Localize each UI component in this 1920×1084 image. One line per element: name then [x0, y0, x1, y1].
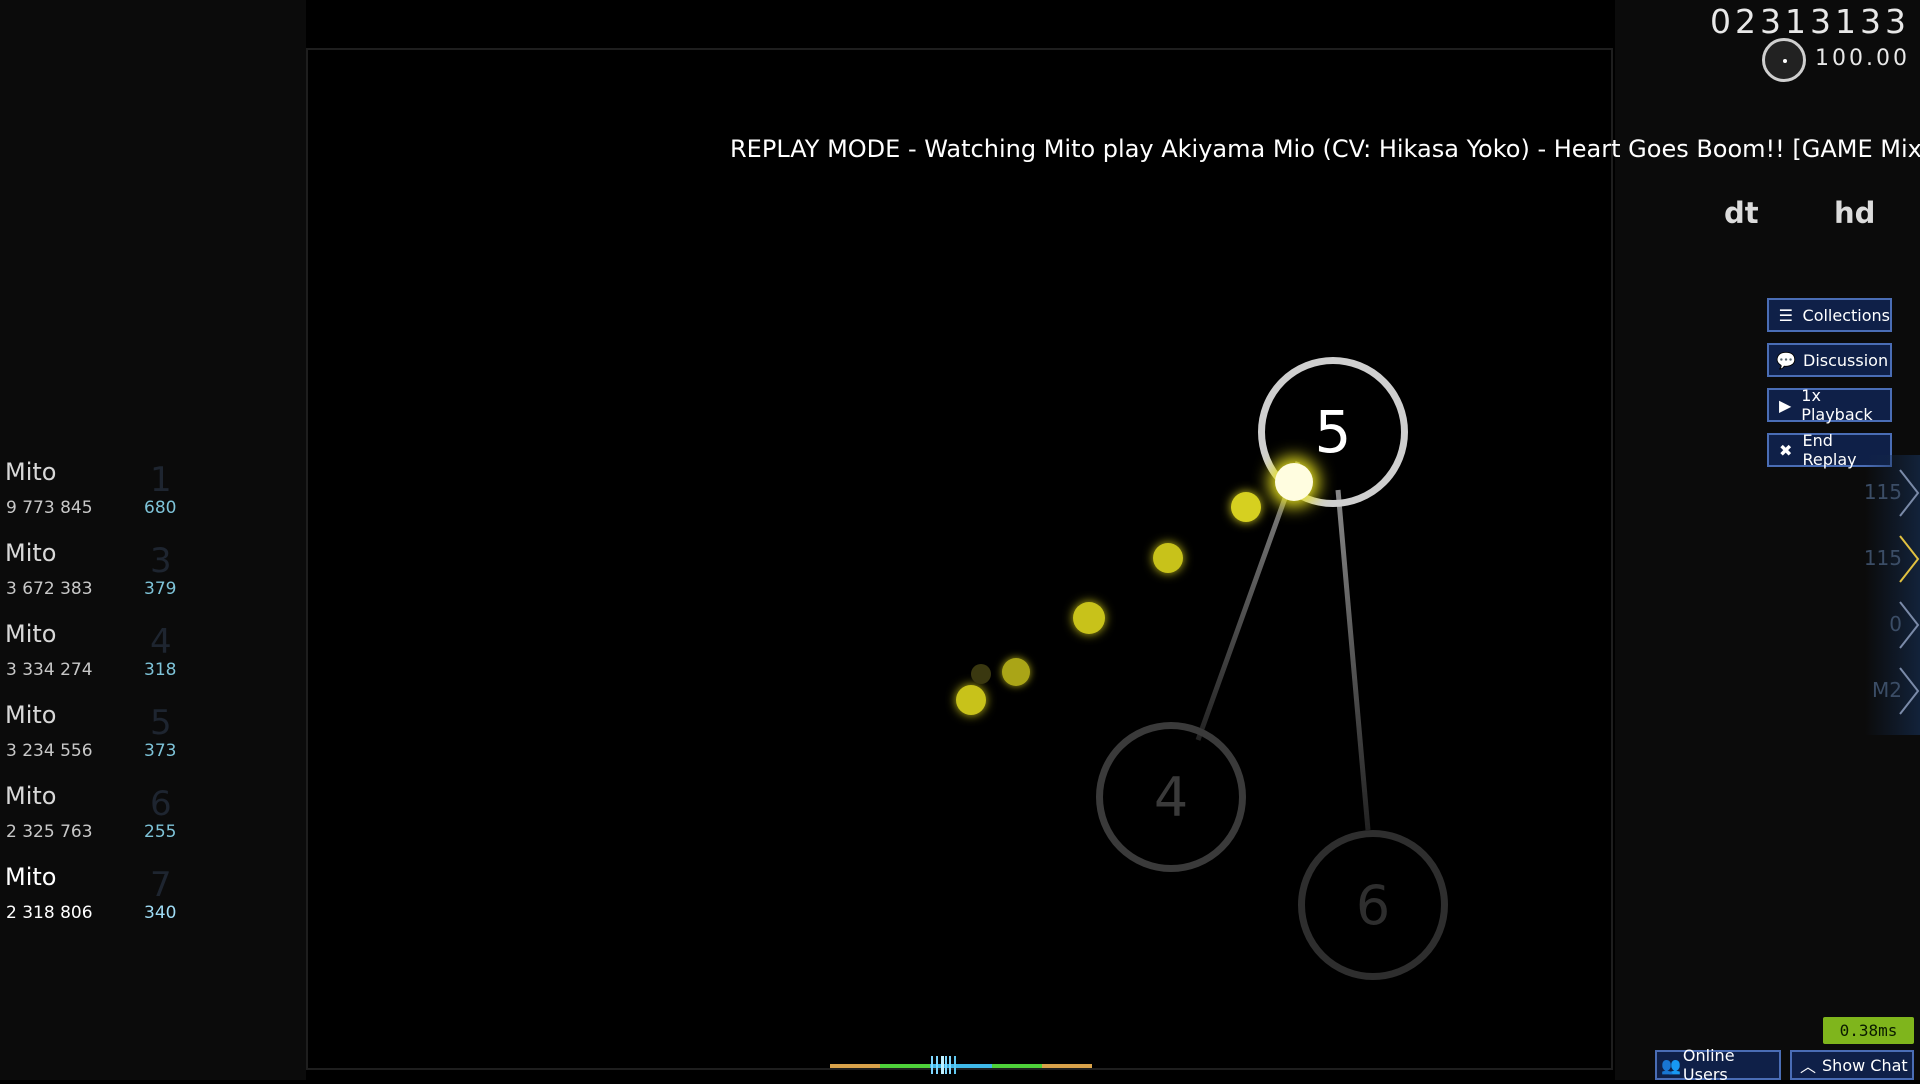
- leaderboard-entry-current: 7 Mito 2 318 806 340: [0, 863, 190, 943]
- key-count: 115: [1863, 480, 1902, 504]
- chevron-up-icon: ︿: [1800, 1057, 1817, 1076]
- rank: 1: [150, 460, 172, 500]
- player-combo: 373: [144, 741, 177, 761]
- collections-button[interactable]: ☰ Collections: [1767, 298, 1892, 332]
- player-score: 9 773 845: [6, 498, 93, 518]
- cursor-trail-dot: [1002, 658, 1030, 686]
- play-icon: ▶: [1778, 395, 1792, 415]
- playback-speed-button[interactable]: ▶ 1x Playback: [1767, 386, 1892, 424]
- rank: 7: [150, 865, 172, 905]
- key-overlay-m2: M2: [1860, 666, 1920, 716]
- cursor-trail-dot: [971, 664, 991, 684]
- player-name: Mito: [5, 620, 57, 648]
- player-combo: 255: [144, 822, 177, 842]
- replay-mode-banner: REPLAY MODE - Watching Mito play Akiyama…: [730, 135, 1920, 163]
- show-chat-label: Show Chat: [1822, 1055, 1908, 1075]
- player-score: 3 234 556: [6, 741, 93, 761]
- key-overlay-m1: 0: [1860, 600, 1920, 650]
- player-score: 2 325 763: [6, 822, 93, 842]
- rank: 3: [150, 541, 172, 581]
- key-overlay-k1: 115: [1860, 468, 1920, 518]
- key-count: 115: [1863, 546, 1902, 570]
- hit-circle-6: 6: [1298, 830, 1448, 980]
- player-name: Mito: [5, 782, 57, 810]
- cursor: [1275, 463, 1313, 501]
- chevron-right-icon: [1899, 469, 1920, 517]
- collections-label: Collections: [1802, 305, 1890, 325]
- hit-circle-5-number: 5: [1314, 398, 1352, 466]
- hit-circle-4-number: 4: [1153, 765, 1189, 829]
- key-overlay-k2: 115: [1860, 534, 1920, 584]
- chevron-right-icon: [1899, 601, 1920, 649]
- speech-bubble-icon: 💬: [1776, 350, 1796, 370]
- player-combo: 340: [144, 903, 177, 923]
- leaderboard-entry: 5 Mito 3 234 556 373: [0, 701, 190, 781]
- online-users-label: Online Users: [1682, 1046, 1735, 1084]
- rank: 5: [150, 703, 172, 743]
- leaderboard-entry: 3 Mito 3 672 383 379: [0, 539, 190, 619]
- player-combo: 680: [144, 498, 177, 518]
- discussion-label: Discussion: [1803, 350, 1889, 370]
- player-name: Mito: [5, 701, 57, 729]
- playback-label: 1x Playback: [1801, 386, 1873, 424]
- leaderboard-entry: 4 Mito 3 334 274 318: [0, 620, 190, 700]
- users-icon: 👥: [1661, 1055, 1681, 1075]
- leaderboard-entry: 6 Mito 2 325 763 255: [0, 782, 190, 862]
- cursor-trail-dot: [1231, 492, 1261, 522]
- player-combo: 318: [144, 660, 177, 680]
- cursor-trail-dot: [1073, 602, 1105, 634]
- player-name: Mito: [5, 539, 57, 567]
- rank: 4: [150, 622, 172, 662]
- player-combo: 379: [144, 579, 177, 599]
- follow-line-5-6: [1335, 489, 1371, 831]
- hit-error-bar: [830, 1056, 1092, 1074]
- cursor-trail-dot: [956, 685, 986, 715]
- progress-pie-icon: [1762, 38, 1806, 82]
- cursor-trail-dot: [1153, 543, 1183, 573]
- hit-circle-4: 4: [1096, 722, 1246, 872]
- latency-indicator: 0.38ms: [1823, 1017, 1914, 1044]
- discussion-button[interactable]: 💬 Discussion: [1767, 343, 1892, 377]
- player-name: Mito: [5, 863, 57, 891]
- leaderboard-entry: 1 Mito 9 773 845 680: [0, 458, 190, 538]
- player-name: Mito: [5, 458, 57, 486]
- show-chat-button[interactable]: ︿ Show Chat: [1790, 1050, 1914, 1080]
- player-score: 3 334 274: [6, 660, 93, 680]
- chevron-right-icon: [1899, 535, 1920, 583]
- player-score: 2 318 806: [6, 903, 93, 923]
- mod-dt: dt: [1724, 196, 1759, 230]
- score-counter: 02313133: [1710, 2, 1910, 41]
- list-icon: ☰: [1778, 305, 1793, 325]
- accuracy-display: 100.00: [1815, 46, 1910, 71]
- player-score: 3 672 383: [6, 579, 93, 599]
- rank: 6: [150, 784, 172, 824]
- close-icon: ✖: [1779, 440, 1793, 460]
- hit-circle-6-number: 6: [1355, 873, 1391, 937]
- mod-hd: hd: [1834, 196, 1876, 230]
- online-users-button[interactable]: 👥 Online Users: [1655, 1046, 1781, 1084]
- chevron-right-icon: [1899, 667, 1920, 715]
